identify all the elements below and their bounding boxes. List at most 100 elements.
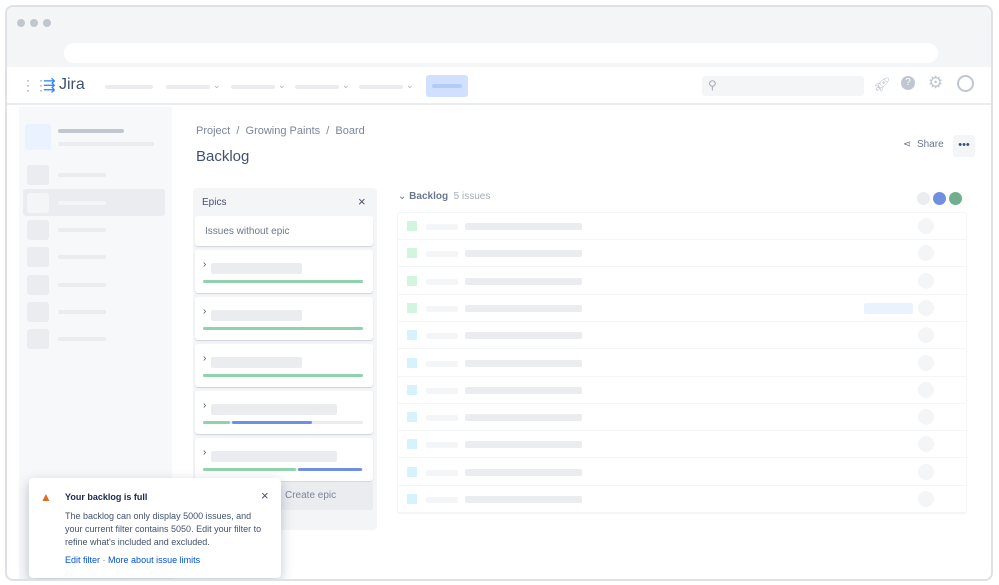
- chevron-down-icon: ⌄: [278, 80, 286, 90]
- progress-done: [203, 421, 231, 424]
- assignee-avatar[interactable]: [918, 354, 934, 371]
- nav-item[interactable]: [105, 85, 153, 89]
- address-bar[interactable]: [64, 43, 938, 63]
- close-icon[interactable]: ×: [358, 194, 366, 209]
- breadcrumb-growing-paints[interactable]: Growing Paints: [246, 125, 321, 137]
- chevron-right-icon[interactable]: ›: [203, 353, 206, 364]
- task-icon: [407, 494, 417, 504]
- assignee-avatar[interactable]: [918, 272, 934, 289]
- assignee-avatar[interactable]: [918, 381, 934, 398]
- assignee-avatar[interactable]: [918, 463, 934, 480]
- backlog-row[interactable]: [398, 404, 966, 432]
- nav-item[interactable]: [359, 85, 403, 89]
- create-epic-label: Create epic: [285, 490, 337, 501]
- search-icon: ⚲: [708, 78, 717, 92]
- separator: ·: [102, 555, 106, 565]
- issue-limits-link[interactable]: More about issue limits: [108, 555, 200, 565]
- epic-card[interactable]: ›: [195, 391, 373, 434]
- story-icon: [407, 248, 417, 259]
- breadcrumb-project[interactable]: Project: [196, 125, 230, 137]
- window-dot[interactable]: [30, 19, 38, 27]
- assignee-avatar[interactable]: [918, 299, 934, 316]
- backlog-row[interactable]: [398, 268, 966, 295]
- assignee-avatar[interactable]: [918, 218, 934, 234]
- flag-title: Your backlog is full: [65, 492, 148, 502]
- edit-filter-link[interactable]: Edit filter: [65, 555, 100, 565]
- chevron-down-icon: ⌄: [213, 80, 221, 90]
- project-avatar: [25, 124, 51, 150]
- notification-icon[interactable]: 🚀︎: [873, 76, 891, 93]
- app-logo[interactable]: Jira: [59, 76, 85, 94]
- nav-item[interactable]: [295, 85, 339, 89]
- create-button[interactable]: [426, 75, 468, 97]
- progress-in-progress: [297, 468, 362, 471]
- settings-icon[interactable]: ⚙: [928, 73, 943, 93]
- progress-done: [203, 327, 363, 330]
- backlog-row[interactable]: [398, 459, 966, 486]
- backlog-row[interactable]: [398, 213, 966, 240]
- chevron-right-icon[interactable]: ›: [203, 306, 206, 317]
- assignee-avatar[interactable]: [918, 409, 934, 426]
- chevron-down-icon: ⌄: [342, 80, 350, 90]
- story-icon: [407, 302, 417, 313]
- assignee-avatar[interactable]: [918, 436, 934, 453]
- progress-in-progress: [232, 421, 313, 424]
- epic-card[interactable]: ›: [195, 250, 373, 293]
- assignee-avatar[interactable]: [918, 327, 934, 344]
- warning-icon: ▲: [40, 490, 52, 504]
- issue-count: 5 issues: [453, 191, 491, 202]
- jira-logo-icon[interactable]: ⇶: [43, 76, 56, 94]
- avatar-filter[interactable]: [949, 192, 962, 205]
- nav-item[interactable]: [166, 85, 210, 89]
- sidebar-item[interactable]: [27, 275, 49, 295]
- backlog-row[interactable]: [398, 295, 966, 322]
- backlog-row[interactable]: [398, 240, 966, 268]
- share-button[interactable]: ⋖ Share: [903, 139, 944, 150]
- breadcrumb-board[interactable]: Board: [335, 125, 364, 137]
- avatar-filter[interactable]: [917, 192, 930, 205]
- story-icon: [407, 275, 417, 286]
- share-label: Share: [916, 139, 944, 150]
- page-title: Backlog: [196, 148, 250, 165]
- window-dot[interactable]: [43, 19, 51, 27]
- sidebar-item[interactable]: [27, 247, 49, 267]
- sidebar-item[interactable]: [27, 165, 49, 185]
- chevron-right-icon[interactable]: ›: [203, 259, 206, 270]
- task-icon: [407, 466, 417, 477]
- assignee-avatar[interactable]: [918, 491, 934, 507]
- progress-done: [203, 280, 363, 283]
- backlog-row[interactable]: [398, 431, 966, 459]
- nav-item[interactable]: [231, 85, 275, 89]
- epic-card[interactable]: ›: [195, 344, 373, 387]
- browser-chrome: [7, 7, 991, 67]
- sidebar-item[interactable]: [27, 329, 49, 349]
- search-input[interactable]: ⚲: [702, 76, 864, 96]
- backlog-row[interactable]: [398, 486, 966, 513]
- chevron-right-icon[interactable]: ›: [203, 447, 206, 458]
- epic-lozenge: [864, 302, 913, 314]
- chevron-right-icon[interactable]: ›: [203, 400, 206, 411]
- top-nav: ⋮⋮⋮ ⇶ Jira ⌄ ⌄ ⌄ ⌄ ⚲ 🚀︎ ? ⚙: [7, 67, 991, 105]
- epic-card[interactable]: ›: [195, 297, 373, 340]
- backlog-header[interactable]: ⌄ Backlog 5 issues: [398, 191, 490, 202]
- progress-done: [203, 374, 363, 377]
- backlog-row[interactable]: [398, 322, 966, 350]
- epic-card[interactable]: ›: [195, 438, 373, 481]
- backlog-row[interactable]: [398, 350, 966, 377]
- flag-body: The backlog can only display 5000 issues…: [65, 511, 262, 547]
- sidebar-item[interactable]: [27, 220, 49, 240]
- issues-without-epic[interactable]: Issues without epic: [195, 216, 373, 246]
- avatar-filter[interactable]: [933, 192, 946, 205]
- sidebar-item[interactable]: [27, 302, 49, 322]
- avatar[interactable]: [957, 75, 974, 92]
- backlog-full-flag: ▲ Your backlog is full × The backlog can…: [29, 478, 281, 578]
- help-icon[interactable]: ?: [901, 76, 915, 90]
- backlog-row[interactable]: [398, 377, 966, 404]
- assignee-avatar[interactable]: [918, 245, 934, 262]
- more-button[interactable]: •••: [953, 135, 975, 157]
- browser-window: ⋮⋮⋮ ⇶ Jira ⌄ ⌄ ⌄ ⌄ ⚲ 🚀︎ ? ⚙ Project / Gr…: [5, 5, 993, 581]
- task-icon: [407, 357, 417, 368]
- share-icon: ⋖: [903, 139, 912, 150]
- close-icon[interactable]: ×: [261, 488, 269, 503]
- window-dot[interactable]: [17, 19, 25, 27]
